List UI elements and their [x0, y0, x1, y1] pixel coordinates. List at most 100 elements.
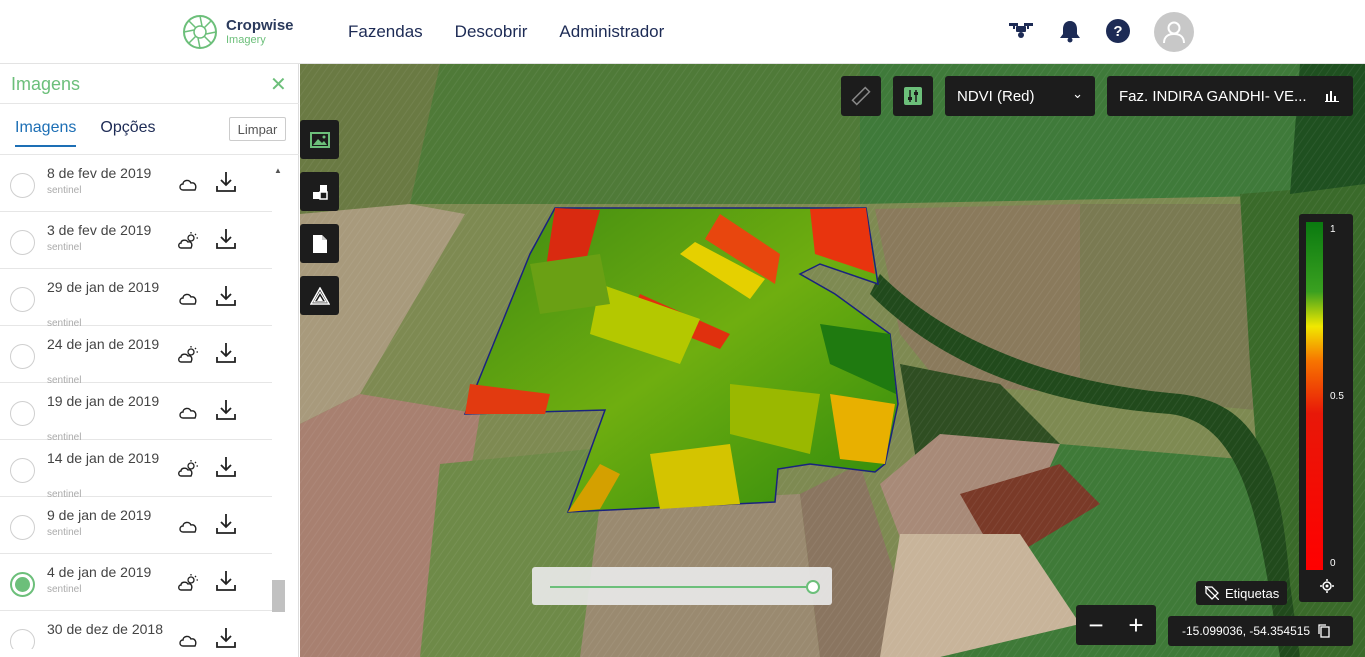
- cloud-icon: [179, 635, 197, 647]
- download-icon[interactable]: [215, 512, 237, 536]
- download-icon[interactable]: [215, 227, 237, 251]
- opacity-slider[interactable]: [532, 567, 832, 605]
- image-list: 8 de fev de 2019 sentinel 3 de fev de 2019…: [0, 155, 272, 649]
- list-item[interactable]: 29 de jan de 2019 sentinel: [0, 269, 272, 329]
- zoom-controls: − +: [1076, 605, 1156, 645]
- image-date: 19 de jan de 2019: [47, 393, 160, 409]
- slider-track: [550, 586, 816, 588]
- partly-cloudy-icon: [178, 460, 198, 477]
- ndvi-legend: 1 0.5 0: [1299, 214, 1353, 602]
- logo-name: Cropwise: [226, 17, 294, 34]
- list-item[interactable]: 24 de jan de 2019 sentinel: [0, 326, 272, 386]
- divider: [0, 103, 299, 104]
- copy-icon[interactable]: [1318, 624, 1330, 638]
- scroll-up-icon[interactable]: ▲: [274, 166, 282, 175]
- download-icon[interactable]: [215, 626, 237, 649]
- logo-subtitle: Imagery: [226, 34, 266, 46]
- ruler-icon: [851, 86, 871, 106]
- index-select[interactable]: NDVI (Red) ⌄: [945, 76, 1095, 116]
- image-source: sentinel: [47, 242, 82, 253]
- app-header: Cropwise Imagery Fazendas Descobrir Admi…: [0, 0, 1365, 64]
- list-item[interactable]: 14 de jan de 2019 sentinel: [0, 440, 272, 500]
- nav-administrador[interactable]: Administrador: [559, 22, 664, 42]
- image-date: 4 de jan de 2019: [47, 564, 152, 580]
- partly-cloudy-icon: [178, 346, 198, 363]
- clear-button[interactable]: Limpar: [229, 117, 286, 141]
- layers-icon: [312, 184, 328, 200]
- coordinates-text: -15.099036, -54.354515: [1182, 624, 1311, 638]
- legend-mid: 0.5: [1330, 391, 1344, 402]
- zones-tool-button[interactable]: [300, 276, 339, 315]
- download-icon[interactable]: [215, 341, 237, 365]
- nav-fazendas[interactable]: Fazendas: [348, 22, 423, 42]
- labels-button[interactable]: Etiquetas: [1196, 581, 1287, 605]
- images-sidebar: Imagens ✕ Imagens Opções Limpar 8 de fev…: [0, 64, 299, 657]
- list-item[interactable]: 3 de fev de 2019 sentinel: [0, 212, 272, 269]
- tab-opcoes[interactable]: Opções: [100, 119, 155, 147]
- cropwise-logo-icon: [183, 15, 217, 49]
- image-source: sentinel: [47, 584, 82, 595]
- layers-tool-button[interactable]: [300, 172, 339, 211]
- list-item[interactable]: 30 de dez de 2018sentinel: [0, 611, 272, 649]
- select-radio[interactable]: [10, 173, 35, 198]
- filter-button[interactable]: [893, 76, 933, 116]
- image-source: sentinel: [47, 185, 82, 196]
- cloud-icon: [179, 293, 197, 305]
- zoom-in-button[interactable]: +: [1128, 610, 1143, 641]
- farm-select[interactable]: Faz. INDIRA GANDHI- VE...: [1107, 76, 1353, 116]
- coordinates-display: -15.099036, -54.354515: [1168, 616, 1353, 646]
- partly-cloudy-icon: [178, 232, 198, 249]
- download-icon[interactable]: [215, 284, 237, 308]
- report-tool-button[interactable]: [300, 224, 339, 263]
- download-icon[interactable]: [215, 455, 237, 479]
- download-icon[interactable]: [215, 170, 237, 194]
- scroll-thumb[interactable]: [272, 580, 285, 612]
- drone-icon[interactable]: [1008, 18, 1034, 44]
- tag-off-icon: [1205, 586, 1219, 600]
- image-source: sentinel: [47, 527, 82, 538]
- bell-icon[interactable]: [1057, 18, 1083, 44]
- image-date: 3 de fev de 2019: [47, 222, 152, 238]
- legend-max: 1: [1330, 224, 1336, 235]
- select-radio[interactable]: [10, 572, 35, 597]
- images-tool-button[interactable]: [300, 120, 339, 159]
- satellite-map: [300, 64, 1365, 657]
- map-view[interactable]: [300, 64, 1365, 657]
- index-select-value: NDVI (Red): [957, 87, 1035, 105]
- svg-text:?: ?: [1113, 23, 1122, 40]
- bar-chart-icon: [1325, 91, 1339, 102]
- farm-select-value: Faz. INDIRA GANDHI- VE...: [1119, 87, 1307, 105]
- cloud-icon: [179, 521, 197, 533]
- image-date: 14 de jan de 2019: [47, 450, 160, 466]
- gear-icon[interactable]: [1320, 579, 1334, 593]
- list-item[interactable]: 8 de fev de 2019 sentinel: [0, 155, 272, 212]
- image-date: 29 de jan de 2019: [47, 279, 160, 295]
- help-icon[interactable]: ?: [1105, 18, 1131, 44]
- cloud-icon: [179, 407, 197, 419]
- select-radio[interactable]: [10, 287, 35, 312]
- user-avatar-icon[interactable]: [1154, 12, 1194, 52]
- select-radio[interactable]: [10, 401, 35, 426]
- slider-knob[interactable]: [806, 580, 820, 594]
- partly-cloudy-icon: [178, 574, 198, 591]
- select-radio[interactable]: [10, 344, 35, 369]
- sidebar-title: Imagens: [11, 74, 81, 94]
- nav-descobrir[interactable]: Descobrir: [455, 22, 528, 42]
- select-radio[interactable]: [10, 515, 35, 540]
- list-item[interactable]: 4 de jan de 2019 sentinel: [0, 554, 272, 611]
- list-scrollbar[interactable]: ▲: [272, 164, 285, 649]
- zoom-out-button[interactable]: −: [1088, 610, 1103, 641]
- select-radio[interactable]: [10, 458, 35, 483]
- tab-imagens[interactable]: Imagens: [15, 119, 77, 147]
- select-radio[interactable]: [10, 230, 35, 255]
- download-icon[interactable]: [215, 398, 237, 422]
- list-item[interactable]: 9 de jan de 2019 sentinel: [0, 497, 272, 554]
- close-icon[interactable]: ✕: [270, 72, 287, 97]
- sidebar-tabs: Imagens Opções: [15, 119, 156, 147]
- document-icon: [312, 234, 327, 253]
- select-radio[interactable]: [10, 629, 35, 649]
- download-icon[interactable]: [215, 569, 237, 593]
- cropwise-logo[interactable]: Cropwise Imagery: [182, 14, 294, 50]
- list-item[interactable]: 19 de jan de 2019 sentinel: [0, 383, 272, 443]
- measure-button[interactable]: [841, 76, 881, 116]
